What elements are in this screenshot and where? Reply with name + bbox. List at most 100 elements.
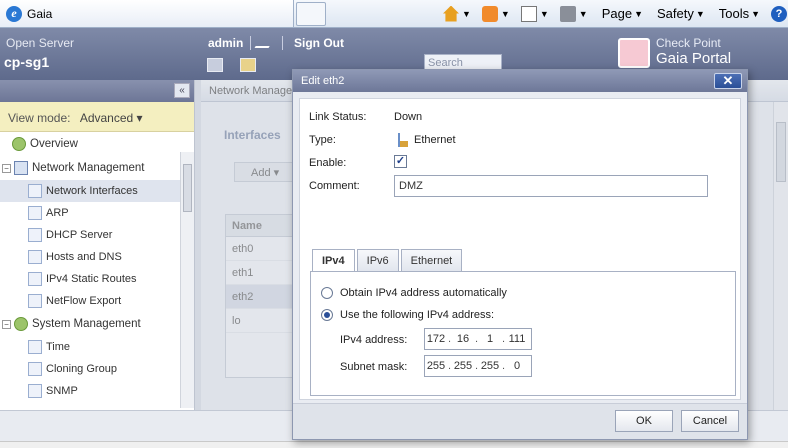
dialog-body: Link Status: Down Type: Ethernet Enable:… [299, 98, 741, 400]
ie-logo-icon: e [6, 5, 22, 22]
rss-feed-icon[interactable] [481, 5, 498, 22]
page-icon [28, 206, 42, 220]
nav-netflow-export[interactable]: NetFlow Export [0, 290, 194, 312]
edit-interface-dialog: Edit eth2 ✕ Link Status: Down Type: Ethe… [292, 69, 748, 440]
tab-ethernet[interactable]: Ethernet [400, 249, 463, 271]
close-icon[interactable]: ✕ [714, 73, 742, 89]
view-mode-select[interactable]: Advanced ▾ [80, 111, 143, 125]
user-name: admin [208, 36, 244, 50]
chevron-down-icon[interactable]: ▼ [462, 9, 471, 19]
link-status-label: Link Status: [309, 111, 367, 123]
nav-tree: Overview − Network Management Network In… [0, 132, 194, 402]
nav-scrollbar[interactable] [180, 152, 194, 408]
divider [282, 36, 283, 50]
page-menu[interactable]: Page [602, 6, 632, 21]
nav-overview[interactable]: Overview [0, 132, 194, 156]
left-navigation: « View mode: Advanced ▾ Overview − Netwo… [0, 80, 194, 410]
overview-icon [12, 137, 26, 151]
page-icon [28, 184, 42, 198]
auto-ip-label: Obtain IPv4 address automatically [340, 287, 507, 299]
tab-ipv4[interactable]: IPv4 [312, 249, 355, 272]
mask-octet[interactable]: 0 [506, 360, 528, 372]
nav-hosts-dns[interactable]: Hosts and DNS [0, 246, 194, 268]
nav-cloning-group[interactable]: Cloning Group [0, 358, 194, 380]
edit-config-icon[interactable] [240, 58, 256, 72]
nav-ipv4-static-routes[interactable]: IPv4 Static Routes [0, 268, 194, 290]
divider [250, 36, 251, 50]
nav-dhcp-server[interactable]: DHCP Server [0, 224, 194, 246]
nav-scroll-thumb[interactable] [183, 164, 192, 212]
manual-ip-radio[interactable] [321, 309, 333, 321]
page-icon [28, 340, 42, 354]
terminal-icon[interactable] [207, 58, 223, 72]
brand-name: Check Point [656, 36, 721, 50]
tab-ipv6[interactable]: IPv6 [356, 249, 399, 271]
browser-toolbar: e Gaia ▼ ▼ ▼ ▼ Page▼ Safety▼ Tools▼ ?▼ [0, 0, 788, 28]
home-icon[interactable] [443, 5, 459, 22]
dialog-footer: OK Cancel [293, 403, 747, 439]
view-mode-bar: View mode: Advanced ▾ [0, 102, 194, 132]
view-mode-label: View mode: [8, 111, 71, 125]
sign-out-link[interactable]: Sign Out [294, 36, 344, 50]
nav-system-management[interactable]: − System Management [0, 312, 194, 336]
ip-octet[interactable]: 1 [479, 333, 501, 345]
dialog-title-bar[interactable]: Edit eth2 ✕ [293, 70, 747, 92]
nav-snmp[interactable]: SNMP [0, 380, 194, 402]
ipv4-address-field[interactable]: 172. 16. 1. 111 [424, 328, 532, 350]
new-tab-button[interactable] [296, 2, 326, 26]
print-icon[interactable] [559, 5, 576, 22]
ok-button[interactable]: OK [615, 410, 673, 432]
browser-tab[interactable]: e Gaia [0, 0, 294, 27]
check-point-logo-icon [618, 38, 650, 68]
mask-octet[interactable]: 255 [425, 360, 447, 372]
nav-item-label: ARP [46, 207, 69, 219]
ip-octet[interactable]: 172 [425, 333, 447, 345]
page-icon [28, 384, 42, 398]
nav-network-management[interactable]: − Network Management [0, 156, 194, 180]
mask-octet[interactable]: 255 [452, 360, 474, 372]
type-label: Type: [309, 134, 336, 146]
edit-profile-icon[interactable] [254, 36, 276, 48]
auto-ip-radio[interactable] [321, 287, 333, 299]
hostname: cp-sg1 [4, 54, 50, 70]
nav-item-label: DHCP Server [46, 229, 113, 241]
subnet-mask-field[interactable]: 255. 255. 255. 0 [424, 355, 532, 377]
chevron-down-icon[interactable]: ▼ [579, 9, 588, 19]
nav-header: « [0, 80, 194, 102]
cancel-button[interactable]: Cancel [681, 410, 739, 432]
page-icon [28, 228, 42, 242]
nav-system-management-label: System Management [32, 318, 141, 330]
ethernet-icon [398, 133, 408, 147]
nav-item-label: Network Interfaces [46, 185, 138, 197]
nav-overview-label: Overview [30, 138, 78, 150]
ip-octet[interactable]: 111 [506, 333, 528, 345]
nav-network-interfaces[interactable]: Network Interfaces [0, 180, 194, 202]
safety-menu[interactable]: Safety [657, 6, 694, 21]
chevron-down-icon[interactable]: ▼ [634, 9, 643, 19]
product-name: Open Server [6, 36, 75, 50]
enable-checkbox[interactable]: ✓ [394, 155, 407, 168]
dialog-title: Edit eth2 [301, 75, 345, 87]
mail-icon[interactable] [520, 5, 537, 22]
collapse-tree-icon[interactable]: − [2, 163, 11, 173]
tools-menu[interactable]: Tools [719, 6, 749, 21]
type-value: Ethernet [414, 134, 456, 146]
mask-octet[interactable]: 255 [479, 360, 501, 372]
chevron-down-icon[interactable]: ▼ [501, 9, 510, 19]
nav-time[interactable]: Time [0, 336, 194, 358]
ip-octet[interactable]: 16 [452, 333, 474, 345]
enable-label: Enable: [309, 157, 347, 169]
manual-ip-label: Use the following IPv4 address: [340, 309, 495, 321]
chevron-down-icon[interactable]: ▼ [540, 9, 549, 19]
chevron-down-icon[interactable]: ▼ [696, 9, 705, 19]
collapse-nav-button[interactable]: « [174, 83, 190, 98]
comment-field[interactable]: DMZ [394, 175, 708, 197]
chevron-down-icon[interactable]: ▼ [751, 9, 760, 19]
nav-item-label: Hosts and DNS [46, 251, 122, 263]
help-icon[interactable]: ? [771, 5, 788, 22]
collapse-tree-icon[interactable]: − [2, 319, 11, 329]
nav-arp[interactable]: ARP [0, 202, 194, 224]
network-tree-icon [14, 161, 28, 175]
comment-label: Comment: [309, 180, 360, 192]
browser-tab-title: Gaia [27, 6, 53, 21]
